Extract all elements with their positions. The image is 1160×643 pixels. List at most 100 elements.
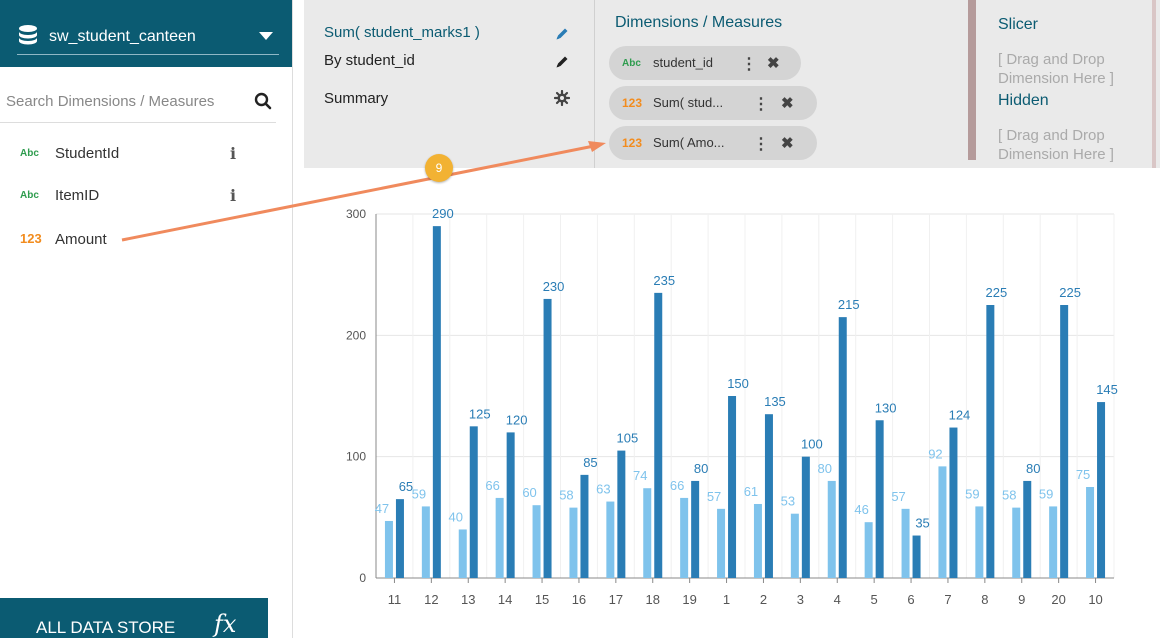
chip-label: student_id bbox=[653, 55, 713, 70]
data-label: 40 bbox=[449, 509, 463, 524]
bar bbox=[1012, 507, 1021, 578]
chip-measure[interactable]: 123 Sum( stud... ⋮ ✖ bbox=[609, 86, 817, 120]
kebab-menu-icon[interactable]: ⋮ bbox=[753, 134, 769, 154]
x-tick-label: 8 bbox=[981, 592, 988, 607]
bar bbox=[790, 513, 799, 578]
datastore-select[interactable]: sw_student_canteen bbox=[17, 22, 279, 55]
data-label: 59 bbox=[1039, 486, 1053, 501]
data-label: 58 bbox=[559, 488, 573, 503]
search-row bbox=[0, 82, 276, 123]
close-icon[interactable]: ✖ bbox=[781, 134, 794, 152]
formula-icon[interactable]: fx bbox=[214, 610, 236, 638]
bar bbox=[691, 480, 700, 578]
field-item-amount[interactable]: 123 Amount bbox=[20, 230, 270, 252]
chip-type: Abc bbox=[622, 58, 641, 69]
slicer-hidden-column: Slicer [ Drag and Drop Dimension Here ] … bbox=[976, 0, 1156, 168]
bar bbox=[901, 508, 910, 578]
by-dimension-label[interactable]: By student_id bbox=[324, 52, 415, 69]
x-tick-label: 14 bbox=[498, 592, 512, 607]
chip-type: 123 bbox=[622, 136, 643, 150]
data-label: 60 bbox=[522, 485, 536, 500]
bar bbox=[717, 508, 726, 578]
chip-dimension[interactable]: Abc student_id ⋮ ✖ bbox=[609, 46, 801, 80]
gear-icon[interactable] bbox=[554, 90, 570, 106]
data-label: 100 bbox=[801, 437, 823, 452]
panel-divider bbox=[968, 0, 976, 160]
data-label: 75 bbox=[1076, 467, 1090, 482]
field-item-studentid[interactable]: Abc StudentId i bbox=[20, 144, 270, 166]
bar bbox=[986, 305, 995, 578]
data-label: 61 bbox=[744, 484, 758, 499]
bar bbox=[764, 414, 773, 578]
kebab-menu-icon[interactable]: ⋮ bbox=[741, 54, 757, 74]
bar bbox=[1097, 402, 1106, 578]
x-tick-label: 1 bbox=[723, 592, 730, 607]
data-label: 235 bbox=[653, 273, 675, 288]
search-input[interactable] bbox=[6, 88, 250, 114]
data-label: 105 bbox=[616, 431, 638, 446]
summary-label[interactable]: Summary bbox=[324, 90, 388, 107]
data-label: 47 bbox=[375, 501, 389, 516]
chip-label: Sum( stud... bbox=[653, 95, 724, 110]
hidden-drop-zone[interactable]: [ Drag and Drop Dimension Here ] bbox=[998, 126, 1148, 164]
data-label: 215 bbox=[838, 297, 860, 312]
bar bbox=[643, 488, 652, 578]
dimensions-measures-column: Dimensions / Measures Abc student_id ⋮ ✖… bbox=[595, 0, 965, 168]
close-icon[interactable]: ✖ bbox=[767, 54, 780, 72]
bar bbox=[580, 474, 589, 578]
bar bbox=[938, 466, 947, 578]
info-icon[interactable]: i bbox=[230, 144, 236, 163]
pencil-icon[interactable] bbox=[554, 54, 570, 70]
kebab-menu-icon[interactable]: ⋮ bbox=[753, 94, 769, 114]
data-label: 85 bbox=[583, 455, 597, 470]
all-data-store-button[interactable]: ALL DATA STORE fx bbox=[0, 598, 268, 638]
data-label: 225 bbox=[1059, 285, 1081, 300]
data-label: 80 bbox=[818, 461, 832, 476]
search-icon[interactable] bbox=[254, 92, 272, 110]
data-label: 59 bbox=[965, 486, 979, 501]
x-tick-label: 19 bbox=[682, 592, 696, 607]
measure-label[interactable]: Sum( student_marks1 ) bbox=[324, 24, 480, 41]
pencil-icon[interactable] bbox=[554, 26, 570, 42]
bar-chart: 0100200300476511592901240125136612014602… bbox=[346, 206, 1118, 607]
data-label: 130 bbox=[875, 400, 897, 415]
x-tick-label: 4 bbox=[834, 592, 841, 607]
bar bbox=[1049, 506, 1058, 578]
left-panel: sw_student_canteen Abc StudentId i Abc I… bbox=[0, 0, 293, 638]
all-data-store-label: ALL DATA STORE bbox=[36, 618, 176, 637]
datastore-name: sw_student_canteen bbox=[49, 28, 196, 45]
data-label: 80 bbox=[1026, 461, 1040, 476]
data-label: 57 bbox=[891, 489, 905, 504]
x-tick-label: 6 bbox=[907, 592, 914, 607]
bar bbox=[532, 505, 541, 578]
config-panel: Sum( student_marks1 ) By student_id Summ… bbox=[304, 0, 1160, 168]
bar bbox=[1086, 487, 1095, 578]
info-icon[interactable]: i bbox=[230, 186, 236, 205]
chevron-down-icon[interactable] bbox=[259, 32, 273, 40]
bar bbox=[606, 501, 615, 578]
data-label: 53 bbox=[781, 494, 795, 509]
field-name: StudentId bbox=[55, 145, 120, 162]
bar bbox=[469, 426, 478, 578]
chip-measure[interactable]: 123 Sum( Amo... ⋮ ✖ bbox=[609, 126, 817, 160]
field-name: ItemID bbox=[55, 187, 100, 204]
data-label: 59 bbox=[412, 486, 426, 501]
bar bbox=[680, 497, 689, 578]
x-tick-label: 7 bbox=[944, 592, 951, 607]
data-label: 58 bbox=[1002, 488, 1016, 503]
data-label: 135 bbox=[764, 394, 786, 409]
data-label: 150 bbox=[727, 376, 749, 391]
chart-area: 0 100 200 300 47 65 11 59 290 12 40 125 13 66 120 14 60 2… bbox=[304, 176, 1160, 638]
x-tick-label: 11 bbox=[388, 592, 402, 607]
close-icon[interactable]: ✖ bbox=[781, 94, 794, 112]
y-tick-label: 100 bbox=[346, 450, 366, 464]
slicer-drop-zone[interactable]: [ Drag and Drop Dimension Here ] bbox=[998, 50, 1148, 88]
field-item-itemid[interactable]: Abc ItemID i bbox=[20, 186, 270, 208]
x-tick-label: 18 bbox=[646, 592, 660, 607]
bar bbox=[753, 503, 762, 578]
x-tick-label: 9 bbox=[1018, 592, 1025, 607]
data-label: 66 bbox=[670, 478, 684, 493]
bar bbox=[384, 520, 393, 578]
bar bbox=[912, 535, 921, 578]
y-tick-label: 200 bbox=[346, 328, 366, 342]
